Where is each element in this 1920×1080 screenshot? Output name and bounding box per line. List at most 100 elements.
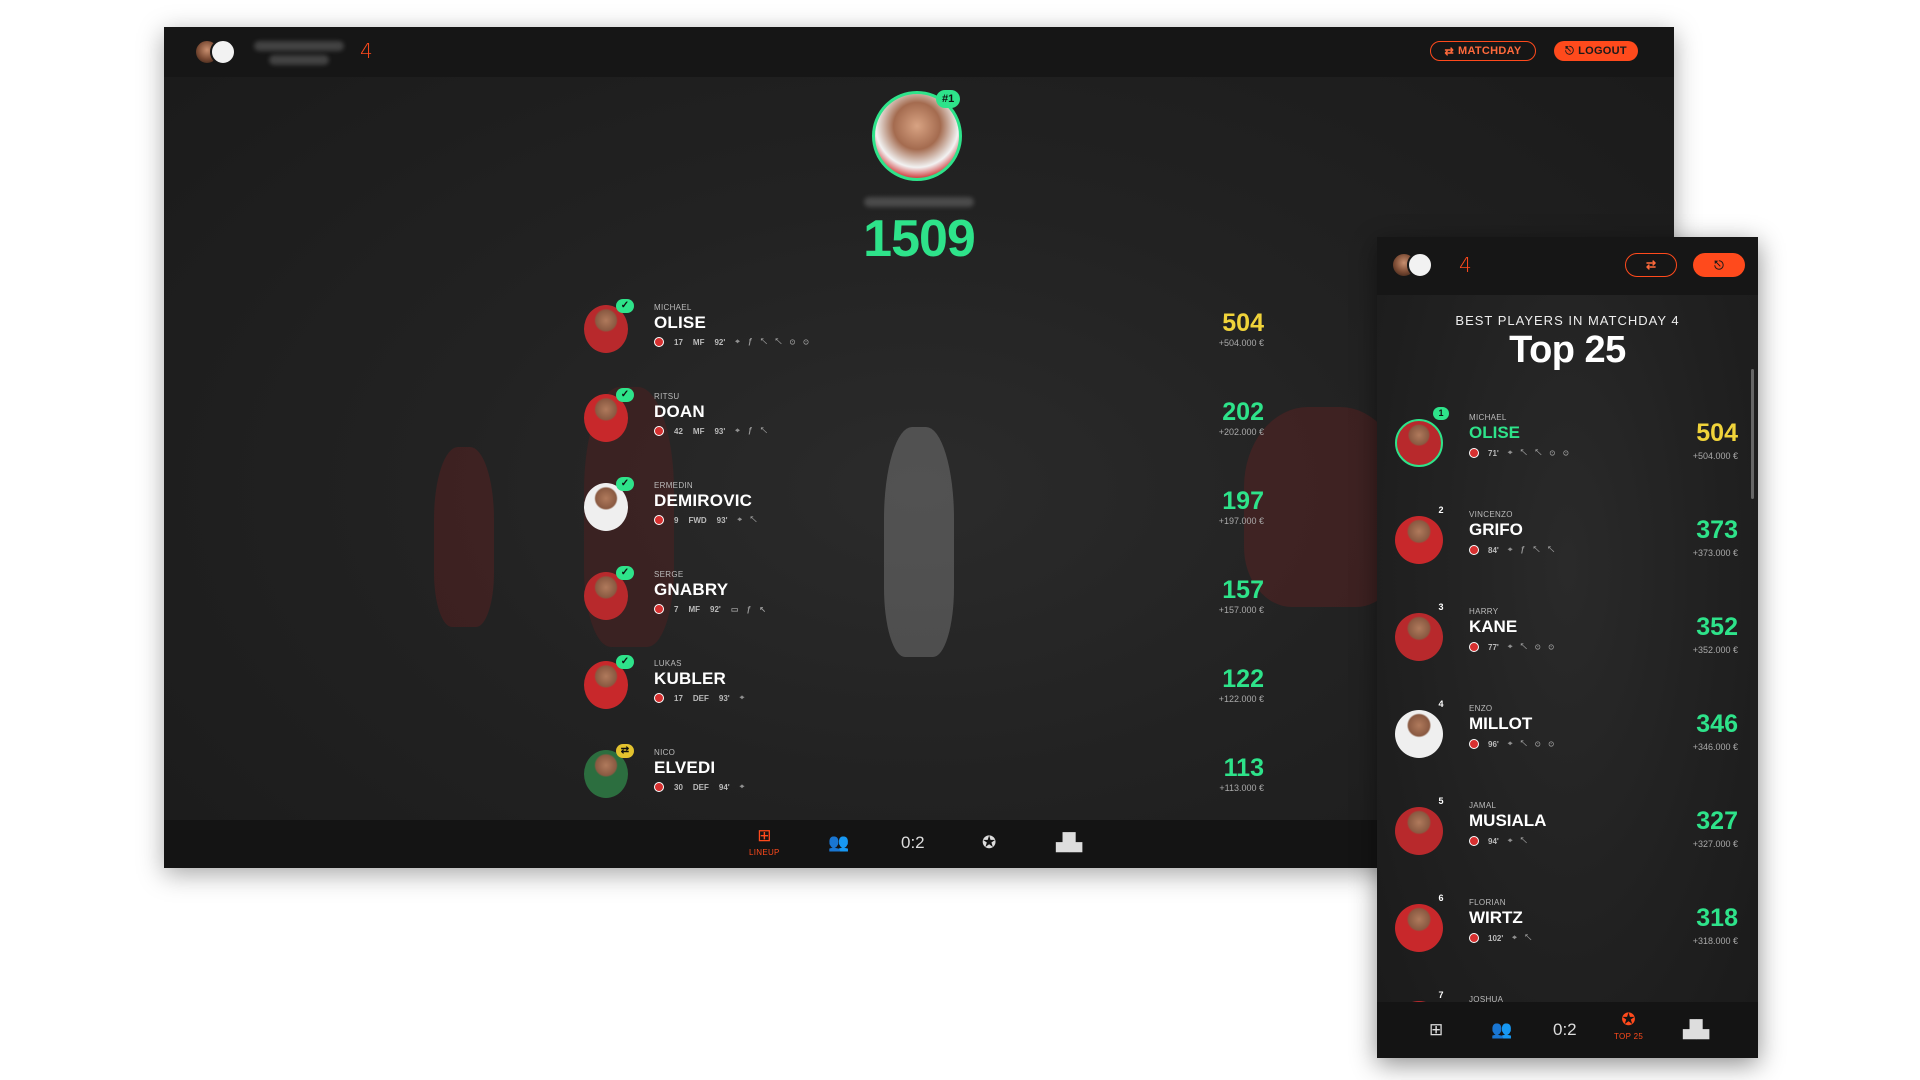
player-earnings: +352.000 € — [1692, 645, 1738, 655]
player-earnings: +113.000 € — [1219, 783, 1264, 793]
minutes-played: 93' — [714, 426, 726, 436]
mobile-bottom-nav: ⊞ 👥 0:2 ✪ TOP 25 ▟▙ — [1377, 1002, 1758, 1058]
club-badge-icon — [1469, 739, 1479, 749]
logout-icon: ⎋ — [1565, 44, 1575, 57]
lineup-row[interactable]: ✓ LUKAS KUBLER 17 DEF 93' ⌖ 122 +122.000 € — [584, 655, 1264, 715]
club-badge-icon — [1469, 642, 1479, 652]
matchday-button[interactable]: ⇄ — [1625, 253, 1677, 277]
event-icons: ⌖ — [739, 782, 748, 791]
lineup-row[interactable]: ✓ ERMEDIN DEMIROVIC 9 FWD 93' ⌖ ↖ 197 +197.000 € — [584, 477, 1264, 537]
top25-row[interactable]: 4 ENZO MILLOT 96' ⌖ ↖ ⊙ ⊙ 346 +346.000 € — [1377, 698, 1758, 794]
nav-ranking[interactable]: ▟▙ — [1056, 833, 1082, 853]
shirt-number: 9 — [674, 515, 679, 525]
user-avatar[interactable] — [194, 39, 236, 65]
nav-live-score[interactable]: 0:2 — [901, 833, 925, 853]
player-first-name: MICHAEL — [654, 303, 692, 312]
player-points: 504 — [1696, 419, 1738, 447]
lineup-row[interactable]: ✓ RITSU DOAN 42 MF 93' ⌖ ƒ ↖ 202 +202.000 € — [584, 388, 1264, 448]
player-first-name: ENZO — [1469, 704, 1493, 713]
player-first-name: RITSU — [654, 392, 680, 401]
player-earnings: +327.000 € — [1692, 839, 1738, 849]
club-badge-icon — [1469, 836, 1479, 846]
nav-top25[interactable]: ✪ TOP 25 — [1614, 1010, 1643, 1041]
player-earnings: +202.000 € — [1218, 427, 1264, 437]
lineup-row[interactable]: ⇄ NICO ELVEDI 30 DEF 94' ⌖ 113 +113.000 € — [584, 744, 1264, 804]
top25-row[interactable]: 6 FLORIAN WIRTZ 102' ⌖ ↖ 318 +318.000 € — [1377, 892, 1758, 988]
nav-live-score[interactable]: 0:2 — [1553, 1020, 1577, 1040]
player-first-name: MICHAEL — [1469, 413, 1507, 422]
top25-row[interactable]: 3 HARRY KANE 77' ⌖ ↖ ⊙ ⊙ 352 +352.000 € — [1377, 601, 1758, 697]
nav-lineup[interactable]: ⊞ — [1429, 1020, 1443, 1040]
minutes-played: 71' — [1488, 448, 1499, 458]
event-icons: ⌖ ↖ — [737, 515, 760, 524]
status-badge: ⇄ — [616, 744, 634, 758]
player-last-name: OLISE — [1469, 423, 1521, 442]
nav-top25-label: TOP 25 — [1614, 1032, 1644, 1041]
player-position: MF — [692, 337, 705, 347]
nav-team[interactable]: 👥 — [828, 833, 849, 853]
player-meta: 77' ⌖ ↖ ⊙ ⊙ — [1469, 642, 1557, 652]
logout-button[interactable]: ⎋ LOGOUT — [1554, 41, 1638, 61]
player-points: 373 — [1696, 516, 1738, 544]
nav-lineup[interactable]: ⊞ LINEUP — [749, 826, 780, 857]
top25-row[interactable]: 1 MICHAEL OLISE 71' ⌖ ↖ ↖ ⊙ ⊙ 504 +504.000 € — [1377, 407, 1758, 503]
event-icons: ⌖ ↖ — [1507, 836, 1530, 845]
minutes-played: 93' — [718, 693, 730, 703]
player-avatar — [1395, 904, 1443, 952]
player-first-name: SERGE — [654, 570, 684, 579]
player-earnings: +346.000 € — [1692, 742, 1738, 752]
club-badge-icon — [654, 782, 664, 792]
nav-team[interactable]: 👥 — [1491, 1020, 1512, 1040]
blurred-username — [254, 41, 344, 51]
logout-button[interactable]: ⎋ — [1693, 253, 1745, 277]
player-meta: 71' ⌖ ↖ ↖ ⊙ ⊙ — [1469, 448, 1571, 458]
rank-badge: 3 — [1438, 602, 1444, 612]
player-earnings: +157.000 € — [1218, 605, 1264, 615]
rank-badge: 6 — [1438, 893, 1444, 903]
player-earnings: +504.000 € — [1218, 338, 1264, 348]
event-icons: ⌖ ↖ — [1512, 933, 1535, 942]
matchday-swap-icon: ⇄ — [1444, 45, 1454, 58]
player-points: 318 — [1696, 904, 1738, 932]
shirt-number: 7 — [674, 604, 679, 614]
event-icons: ⌖ ƒ ↖ ↖ — [1507, 545, 1558, 554]
player-earnings: +122.000 € — [1218, 694, 1264, 704]
club-badge-icon — [654, 337, 664, 347]
star-icon: ✪ — [1621, 1010, 1636, 1029]
matchday-number: 4 — [1459, 253, 1472, 277]
player-last-name: GRIFO — [1469, 520, 1523, 539]
star-icon: ✪ — [982, 833, 997, 852]
minutes-played: 92' — [714, 337, 726, 347]
minutes-played: 96' — [1488, 739, 1499, 749]
rank-badge: #1 — [936, 90, 961, 108]
top25-row[interactable]: 5 JAMAL MUSIALA 94' ⌖ ↖ 327 +327.000 € — [1377, 795, 1758, 891]
matchday-swap-icon: ⇄ — [1645, 258, 1657, 272]
user-avatar[interactable] — [1391, 252, 1433, 278]
blurred-username — [864, 197, 974, 207]
minutes-played: 94' — [1488, 836, 1499, 846]
shirt-number: 30 — [674, 782, 683, 792]
player-last-name: ELVEDI — [654, 758, 716, 777]
matchday-number: 4 — [360, 39, 373, 63]
team-icon: 👥 — [828, 833, 850, 852]
event-icons: ⌖ — [739, 693, 748, 702]
player-earnings: +197.000 € — [1218, 516, 1264, 526]
player-meta: 17 DEF 93' ⌖ — [654, 693, 747, 703]
podium-icon: ▟▙ — [1683, 1020, 1710, 1039]
top25-row[interactable]: 2 VINCENZO GRIFO 84' ⌖ ƒ ↖ ↖ 373 +373.000 € — [1377, 504, 1758, 600]
player-meta: 17 MF 92' ⌖ ƒ ↖ ↖ ⊙ ⊙ — [654, 337, 812, 347]
club-badge-icon — [1469, 448, 1479, 458]
minutes-played: 92' — [710, 604, 721, 614]
rank-badge: 7 — [1438, 990, 1444, 1000]
nav-top25[interactable]: ✪ — [982, 833, 996, 853]
minutes-played: 93' — [716, 515, 728, 525]
lineup-row[interactable]: ✓ MICHAEL OLISE 17 MF 92' ⌖ ƒ ↖ ↖ ⊙ ⊙ 504 +504.0… — [584, 299, 1264, 359]
player-position: FWD — [688, 515, 707, 525]
player-points: 113 — [1223, 754, 1264, 782]
lineup-row[interactable]: ✓ SERGE GNABRY 7 MF 92' ▭ ƒ ↖ 157 +157.000 € — [584, 566, 1264, 626]
player-meta: 9 FWD 93' ⌖ ↖ — [654, 515, 760, 525]
nav-ranking[interactable]: ▟▙ — [1683, 1020, 1709, 1040]
player-last-name: MUSIALA — [1469, 811, 1547, 830]
blurred-subtitle — [269, 55, 329, 65]
matchday-button[interactable]: ⇄ MATCHDAY — [1430, 41, 1536, 61]
